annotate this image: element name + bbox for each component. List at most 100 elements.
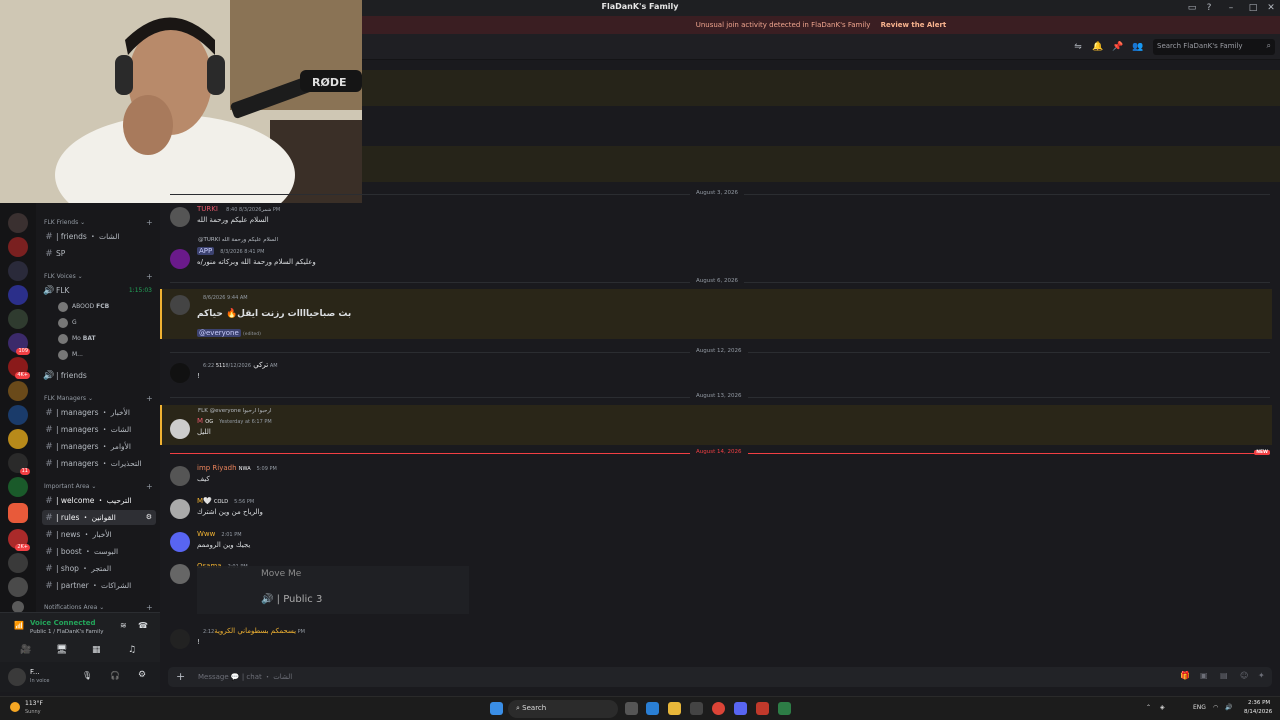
- category-header[interactable]: FLK Managers ⌄ +: [44, 394, 153, 403]
- category-header[interactable]: Notifications Area ⌄ +: [44, 603, 153, 612]
- voice-channel-drag[interactable]: 🔊 | Public 3: [261, 594, 322, 605]
- voice-user[interactable]: M...: [58, 349, 83, 361]
- sticker-icon[interactable]: ▤: [1220, 671, 1228, 680]
- channel-item[interactable]: # | managers ・ التحذيرات: [42, 456, 156, 471]
- avatar[interactable]: [8, 668, 26, 686]
- message-author[interactable]: M OG Yesterday at 6:17 PM: [197, 417, 272, 425]
- camera-icon[interactable]: 🎥: [20, 645, 31, 655]
- headphones-icon[interactable]: 🎧: [110, 671, 120, 680]
- minimize-icon[interactable]: –: [1224, 2, 1238, 14]
- server-icon[interactable]: 4K+: [8, 357, 30, 379]
- app-icon[interactable]: [756, 702, 769, 715]
- edge-icon[interactable]: [646, 702, 659, 715]
- bell-icon[interactable]: 🔔: [1092, 41, 1104, 53]
- disconnect-icon[interactable]: ☎: [138, 621, 148, 630]
- channel-item[interactable]: # | boost ・ البوست: [42, 544, 156, 559]
- category-header[interactable]: Important Area ⌄ +: [44, 482, 153, 491]
- category-header[interactable]: FLK Voices ⌄ +: [44, 272, 153, 281]
- active-server-icon[interactable]: [8, 503, 28, 523]
- windows-start-icon[interactable]: [490, 702, 503, 715]
- channel-item[interactable]: # | friends ・ الشات: [42, 229, 156, 244]
- server-icon[interactable]: [8, 261, 28, 281]
- server-icon[interactable]: [8, 477, 28, 497]
- mic-icon[interactable]: 🎙: [82, 671, 92, 680]
- message-author[interactable]: APP 8/3/2026 8:41 PM: [197, 247, 264, 255]
- explorer-icon[interactable]: [668, 702, 681, 715]
- avatar[interactable]: [170, 564, 190, 584]
- pin-icon[interactable]: 📌: [1112, 41, 1124, 53]
- add-channel-icon[interactable]: +: [146, 218, 153, 227]
- chrome-icon[interactable]: [712, 702, 725, 715]
- emoji-icon[interactable]: ☺: [1240, 671, 1248, 680]
- server-icon[interactable]: [8, 285, 28, 305]
- help-icon[interactable]: ?: [1202, 2, 1216, 14]
- server-icon[interactable]: [8, 309, 28, 329]
- avatar[interactable]: [170, 363, 190, 383]
- voice-user[interactable]: ABOOD FCB: [58, 301, 109, 313]
- mention[interactable]: @everyone: [197, 329, 241, 337]
- inbox-icon[interactable]: ▭: [1185, 2, 1199, 14]
- clock-date[interactable]: 8/14/2026: [1244, 709, 1272, 715]
- message-author[interactable]: يسحمكم بسطوماني الكروية2:12 PM: [197, 627, 305, 635]
- avatar[interactable]: [170, 295, 190, 315]
- gear-icon[interactable]: ⚙: [146, 510, 152, 525]
- weather-temp[interactable]: 113°F: [25, 700, 43, 707]
- message-author[interactable]: imp Riyadh NWA 5:09 PM: [197, 464, 277, 472]
- server-icon[interactable]: [8, 381, 28, 401]
- message-author[interactable]: تركي 5118/12/2026 6:22 AM: [197, 361, 278, 369]
- server-icon[interactable]: [8, 237, 28, 257]
- voice-channel-name[interactable]: Public 1 / FlaDanK's Family: [30, 629, 103, 635]
- channel-item[interactable]: # SP: [42, 246, 156, 261]
- server-icon[interactable]: [8, 405, 28, 425]
- channel-item[interactable]: # | news ・ الأخبار: [42, 527, 156, 542]
- message-author[interactable]: 8/6/2026 9:44 AM: [197, 293, 248, 301]
- app-icon[interactable]: [778, 702, 791, 715]
- server-icon[interactable]: 11: [8, 453, 30, 475]
- volume-icon[interactable]: 🔊: [1225, 704, 1232, 711]
- avatar[interactable]: [170, 207, 190, 227]
- soundboard-icon[interactable]: ♫: [128, 645, 136, 655]
- channel-item[interactable]: # | shop ・ المتجر: [42, 561, 156, 576]
- avatar[interactable]: [170, 466, 190, 486]
- channel-item-selected[interactable]: # | rules ・ القوانين ⚙: [42, 510, 156, 525]
- gif-icon[interactable]: ▣: [1200, 671, 1208, 680]
- reply-preview[interactable]: @TURKI السلام عليكم ورحمة الله: [198, 237, 278, 243]
- voice-user[interactable]: Mo BAT: [58, 333, 96, 345]
- tray-app-icon[interactable]: ◈: [1160, 704, 1165, 711]
- add-channel-icon[interactable]: +: [146, 394, 153, 403]
- category-header[interactable]: FLK Friends ⌄ +: [44, 218, 153, 227]
- server-icon[interactable]: 109: [8, 333, 30, 355]
- avatar[interactable]: [170, 419, 190, 439]
- server-icon[interactable]: [8, 553, 28, 573]
- add-channel-icon[interactable]: +: [146, 272, 153, 281]
- screen-share-icon[interactable]: 🖥: [56, 645, 67, 655]
- avatar[interactable]: [170, 249, 190, 269]
- members-icon[interactable]: 👥: [1132, 41, 1144, 53]
- channel-item[interactable]: # | welcome ・ الترحيب: [42, 493, 156, 508]
- gift-icon[interactable]: 🎁: [1180, 671, 1190, 680]
- wifi-icon[interactable]: ◠: [1213, 704, 1218, 711]
- channel-item[interactable]: # | managers ・ الأخبار: [42, 405, 156, 420]
- discord-icon[interactable]: [734, 702, 747, 715]
- avatar[interactable]: [170, 532, 190, 552]
- task-view-icon[interactable]: [625, 702, 638, 715]
- tray-chevron-icon[interactable]: ⌃: [1146, 704, 1151, 711]
- server-icon[interactable]: [8, 577, 28, 597]
- message-author[interactable]: Www 2:01 PM: [197, 530, 242, 538]
- review-alert-link[interactable]: Review the Alert: [881, 21, 947, 29]
- language-indicator[interactable]: ENG: [1193, 704, 1206, 711]
- avatar[interactable]: [170, 629, 190, 649]
- settings-icon[interactable]: ⚙: [138, 670, 146, 680]
- taskbar-search[interactable]: ⌕ Search: [508, 700, 618, 718]
- close-icon[interactable]: ✕: [1264, 2, 1278, 14]
- maximize-icon[interactable]: □: [1246, 2, 1260, 14]
- channel-item[interactable]: # | partner ・ الشراكات: [42, 578, 156, 593]
- voice-user[interactable]: G: [58, 317, 77, 329]
- server-icon[interactable]: 2K+: [8, 529, 30, 551]
- activities-icon[interactable]: ▦: [92, 645, 101, 655]
- message-author[interactable]: TURKI شمر8/3/2026 8:40 PM: [197, 205, 280, 213]
- server-icon[interactable]: [8, 213, 28, 233]
- add-attachment-icon[interactable]: +: [176, 670, 185, 683]
- message-author[interactable]: M🤍 COLD 5:56 PM: [197, 497, 254, 505]
- voice-channel[interactable]: 🔊| friends: [42, 368, 156, 383]
